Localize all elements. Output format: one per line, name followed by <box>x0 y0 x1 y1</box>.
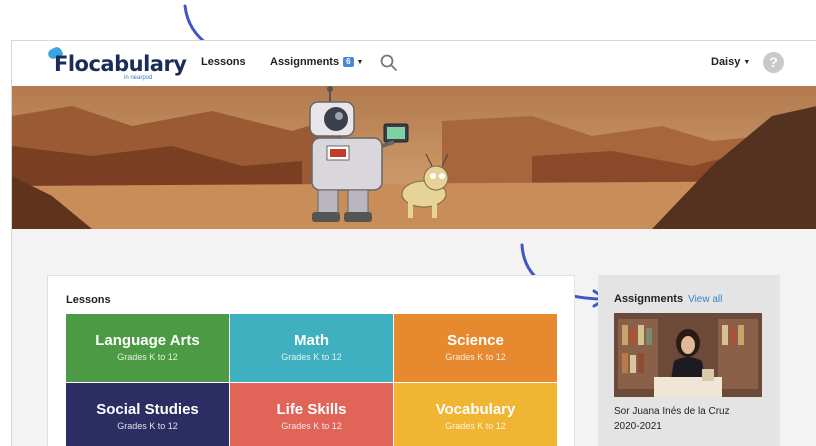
user-name: Daisy <box>711 56 741 68</box>
hero-illustration <box>12 86 816 229</box>
assignment-thumbnail-illustration <box>614 313 762 397</box>
user-menu[interactable]: Daisy ▼ <box>711 56 750 68</box>
logo-subtitle: in nearpod <box>124 75 153 81</box>
assignment-title-text: Sor Juana Inés de la Cruz <box>614 406 730 417</box>
top-navigation-bar: Flocabulary in nearpod Lessons Assignmen… <box>12 41 816 87</box>
tile-grades: Grades K to 12 <box>445 421 506 431</box>
tile-grades: Grades K to 12 <box>281 352 342 362</box>
flocabulary-logo[interactable]: Flocabulary in nearpod <box>46 45 188 82</box>
nav-lessons-label: Lessons <box>201 56 246 68</box>
lessons-heading: Lessons <box>66 294 111 306</box>
view-all-link[interactable]: View all <box>688 294 722 305</box>
assignments-heading-label: Assignments <box>614 293 684 305</box>
subject-tile-social-studies[interactable]: Social Studies Grades K to 12 <box>66 383 229 446</box>
logo-wordmark: Flocabulary <box>54 52 187 76</box>
subject-tile-life-skills[interactable]: Life Skills Grades K to 12 <box>230 383 393 446</box>
assignments-heading: Assignments View all <box>614 293 722 305</box>
tile-grades: Grades K to 12 <box>445 352 506 362</box>
subject-tile-math[interactable]: Math Grades K to 12 <box>230 314 393 382</box>
nav-assignments[interactable]: Assignments 6 ▼ <box>270 56 363 68</box>
chevron-down-icon: ▼ <box>743 59 751 66</box>
tile-title: Social Studies <box>96 401 199 418</box>
subject-tile-vocabulary[interactable]: Vocabulary Grades K to 12 <box>394 383 557 446</box>
assignment-thumbnail[interactable] <box>614 313 762 397</box>
tile-title: Vocabulary <box>435 401 516 418</box>
tile-title: Math <box>294 332 329 349</box>
app-window: Flocabulary in nearpod Lessons Assignmen… <box>11 40 816 446</box>
tile-grades: Grades K to 12 <box>281 421 342 431</box>
tile-title: Science <box>447 332 504 349</box>
tile-title: Language Arts <box>95 332 200 349</box>
assignment-year-text: 2020-2021 <box>614 421 662 432</box>
subject-tile-language-arts[interactable]: Language Arts Grades K to 12 <box>66 314 229 382</box>
assignments-panel: Assignments View all Sor Juana Inés de la… <box>598 275 780 446</box>
nav-lessons[interactable]: Lessons <box>201 56 246 68</box>
tile-title: Life Skills <box>276 401 347 418</box>
assignment-item-title[interactable]: Sor Juana Inés de la Cruz 2020-2021 <box>614 404 774 434</box>
subject-tile-science[interactable]: Science Grades K to 12 <box>394 314 557 382</box>
chevron-down-icon: ▼ <box>356 59 364 66</box>
tile-grades: Grades K to 12 <box>117 421 178 431</box>
nav-assignments-label: Assignments <box>270 56 340 68</box>
tile-grades: Grades K to 12 <box>117 352 178 362</box>
hero-banner <box>12 86 816 229</box>
assignments-count-badge: 6 <box>343 57 354 67</box>
help-button[interactable]: ? <box>763 52 784 73</box>
lessons-panel: Lessons Language Arts Grades K to 12 Mat… <box>47 275 575 446</box>
search-icon[interactable] <box>379 53 399 73</box>
